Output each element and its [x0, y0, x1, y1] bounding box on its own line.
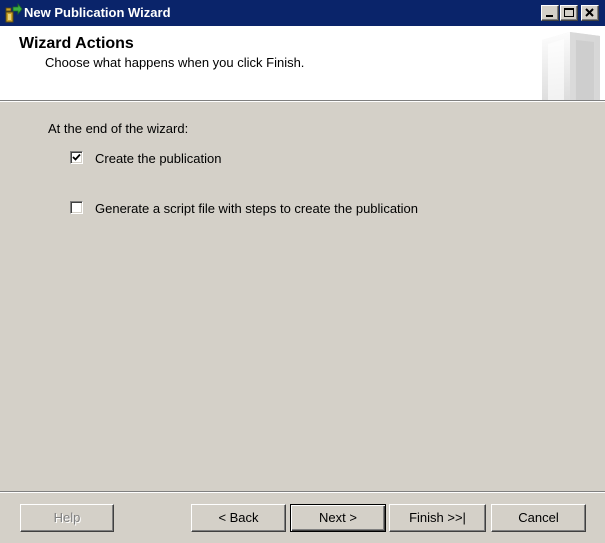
generate-script-checkbox[interactable]: [70, 201, 83, 214]
title-bar[interactable]: New Publication Wizard: [0, 0, 605, 26]
minimize-icon: [546, 15, 553, 17]
cancel-button[interactable]: Cancel: [491, 504, 586, 532]
footer-divider: [0, 491, 605, 493]
close-icon: [585, 8, 594, 17]
help-button[interactable]: Help: [20, 504, 114, 532]
page-title: Wizard Actions: [19, 35, 134, 52]
create-publication-checkbox[interactable]: [70, 151, 83, 164]
page-subtitle: Choose what happens when you click Finis…: [45, 55, 305, 70]
wizard-app-icon: [3, 2, 23, 23]
wizard-header: Wizard Actions Choose what happens when …: [0, 26, 605, 100]
checkmark-icon: [72, 153, 81, 161]
finish-button[interactable]: Finish >>|: [389, 504, 486, 532]
close-button[interactable]: [581, 5, 599, 21]
wizard-window: New Publication Wizard Wizard Actions Ch…: [0, 0, 605, 543]
next-button[interactable]: Next >: [290, 504, 386, 532]
header-divider: [0, 100, 605, 102]
minimize-button[interactable]: [541, 5, 559, 21]
maximize-button[interactable]: [560, 5, 578, 21]
window-title: New Publication Wizard: [24, 5, 171, 20]
generate-script-label[interactable]: Generate a script file with steps to cre…: [95, 201, 418, 216]
book-graphic-icon: [530, 26, 605, 100]
back-button[interactable]: < Back: [191, 504, 286, 532]
maximize-icon: [564, 8, 574, 17]
create-publication-label[interactable]: Create the publication: [95, 151, 221, 166]
intro-label: At the end of the wizard:: [48, 121, 189, 136]
